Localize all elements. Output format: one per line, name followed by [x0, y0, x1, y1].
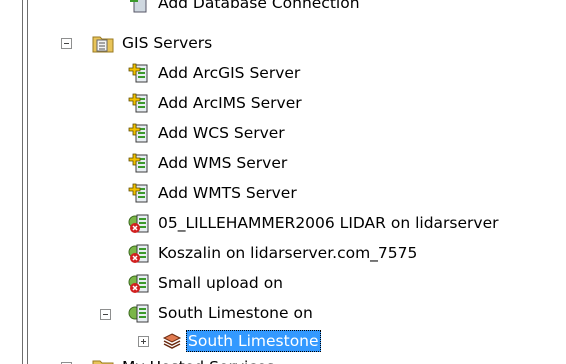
tree-item-add-arcims-server[interactable]: Add ArcIMS Server [128, 88, 304, 118]
layers-icon [162, 331, 182, 351]
tree-item-label: My Hosted Services [120, 356, 276, 364]
tree-item-add-wcs-server[interactable]: Add WCS Server [128, 118, 287, 148]
tree-item-label: South Limestone on [158, 304, 313, 322]
tree-item-server-koszalin[interactable]: Koszalin on lidarserver.com_7575 [128, 238, 419, 268]
tree-item-add-wmts-server[interactable]: Add WMTS Server [128, 178, 299, 208]
tree-item-label: Add WCS Server [158, 124, 285, 142]
tree-item-server-south-limestone[interactable]: South Limestone on [128, 298, 315, 328]
expand-toggle[interactable] [138, 336, 149, 347]
tree-item-my-hosted-services[interactable]: My Hosted Services [92, 352, 276, 364]
tree-item-label: Add Database Connection [158, 0, 360, 12]
tree-item-add-database-connection[interactable]: Add Database Connection [128, 0, 362, 18]
tree-border-line [22, 0, 23, 364]
tree-item-gis-servers[interactable]: GIS Servers [92, 28, 214, 58]
collapse-toggle[interactable] [61, 38, 72, 49]
catalog-tree: Add Database Connection GIS Servers Add … [0, 0, 566, 364]
add-server-icon [128, 92, 150, 114]
tree-item-server-lillehammer[interactable]: 05_LILLEHAMMER2006 LIDAR on lidarserver [128, 208, 500, 238]
tree-border-line [27, 0, 28, 364]
server-disconnected-icon [128, 272, 150, 294]
add-database-connection-icon [128, 0, 150, 14]
tree-item-add-arcgis-server[interactable]: Add ArcGIS Server [128, 58, 302, 88]
tree-item-label: Add ArcIMS Server [158, 94, 302, 112]
add-server-icon [128, 152, 150, 174]
tree-item-add-wms-server[interactable]: Add WMS Server [128, 148, 289, 178]
server-connected-icon [128, 302, 150, 324]
folder-icon [92, 356, 114, 364]
folder-icon [92, 32, 114, 54]
server-disconnected-icon [128, 212, 150, 234]
server-disconnected-icon [128, 242, 150, 264]
add-server-icon [128, 62, 150, 84]
tree-item-label: Koszalin on lidarserver.com_7575 [158, 244, 418, 262]
tree-item-label: 05_LILLEHAMMER2006 LIDAR on lidarserver [158, 214, 499, 232]
tree-item-label: South Limestone [186, 330, 321, 352]
tree-item-label: GIS Servers [122, 34, 213, 52]
tree-item-server-small-upload[interactable]: Small upload on [128, 268, 285, 298]
collapse-toggle[interactable] [100, 309, 111, 320]
tree-item-label: Add WMTS Server [158, 184, 297, 202]
tree-item-label: Add ArcGIS Server [158, 64, 301, 82]
add-server-icon [128, 182, 150, 204]
tree-item-label: Add WMS Server [158, 154, 288, 172]
tree-item-label: Small upload on [158, 274, 283, 292]
add-server-icon [128, 122, 150, 144]
